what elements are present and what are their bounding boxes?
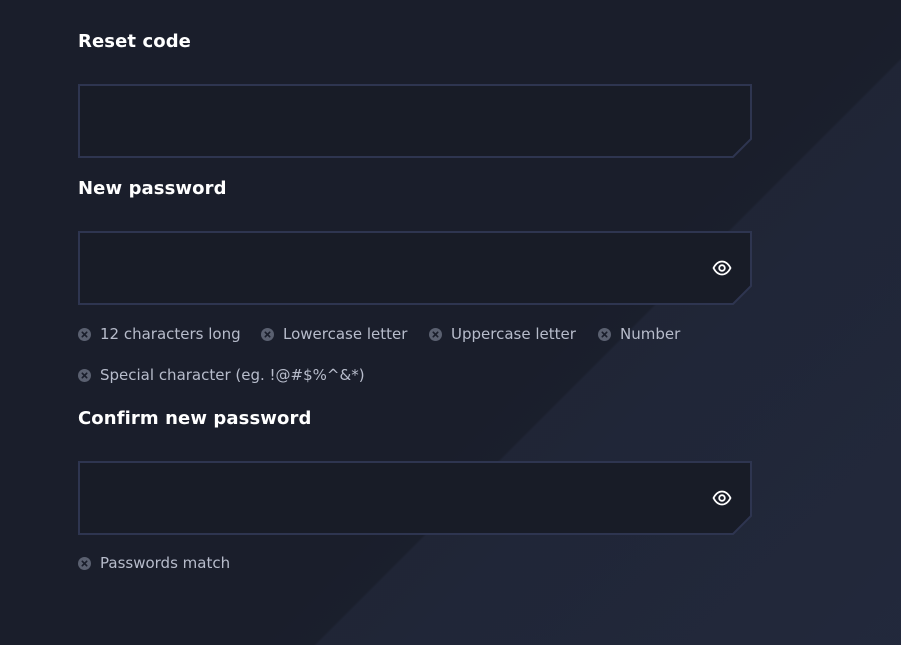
requirement-length: 12 characters long xyxy=(78,324,241,344)
requirement-label: Number xyxy=(620,325,681,343)
eye-icon xyxy=(712,260,732,276)
reset-code-field xyxy=(78,84,752,158)
new-password-field xyxy=(78,231,752,305)
x-circle-icon xyxy=(78,327,91,341)
new-password-input[interactable] xyxy=(80,233,690,303)
requirement-special-character: Special character (eg. !@#$%^&*) xyxy=(78,365,365,385)
requirement-label: Uppercase letter xyxy=(451,325,576,343)
requirement-label: Lowercase letter xyxy=(283,325,408,343)
show-new-password-toggle[interactable] xyxy=(712,258,732,278)
confirm-password-input[interactable] xyxy=(80,463,690,533)
requirement-label: Passwords match xyxy=(100,554,231,572)
reset-code-label: Reset code xyxy=(78,31,191,52)
x-circle-icon xyxy=(429,327,442,341)
requirement-label: Special character (eg. !@#$%^&*) xyxy=(100,366,365,384)
confirm-password-field xyxy=(78,461,752,535)
show-confirm-password-toggle[interactable] xyxy=(712,488,732,508)
requirement-lowercase: Lowercase letter xyxy=(261,324,407,344)
x-circle-icon xyxy=(261,327,274,341)
requirement-label: 12 characters long xyxy=(100,325,241,343)
new-password-label: New password xyxy=(78,178,227,199)
requirement-uppercase: Uppercase letter xyxy=(429,324,576,344)
x-circle-icon xyxy=(78,556,91,570)
x-circle-icon xyxy=(598,327,611,341)
eye-icon xyxy=(712,490,732,506)
reset-code-input[interactable] xyxy=(80,86,690,156)
requirement-number: Number xyxy=(598,324,680,344)
confirm-password-label: Confirm new password xyxy=(78,408,312,429)
x-circle-icon xyxy=(78,368,91,382)
requirement-passwords-match: Passwords match xyxy=(78,553,230,573)
